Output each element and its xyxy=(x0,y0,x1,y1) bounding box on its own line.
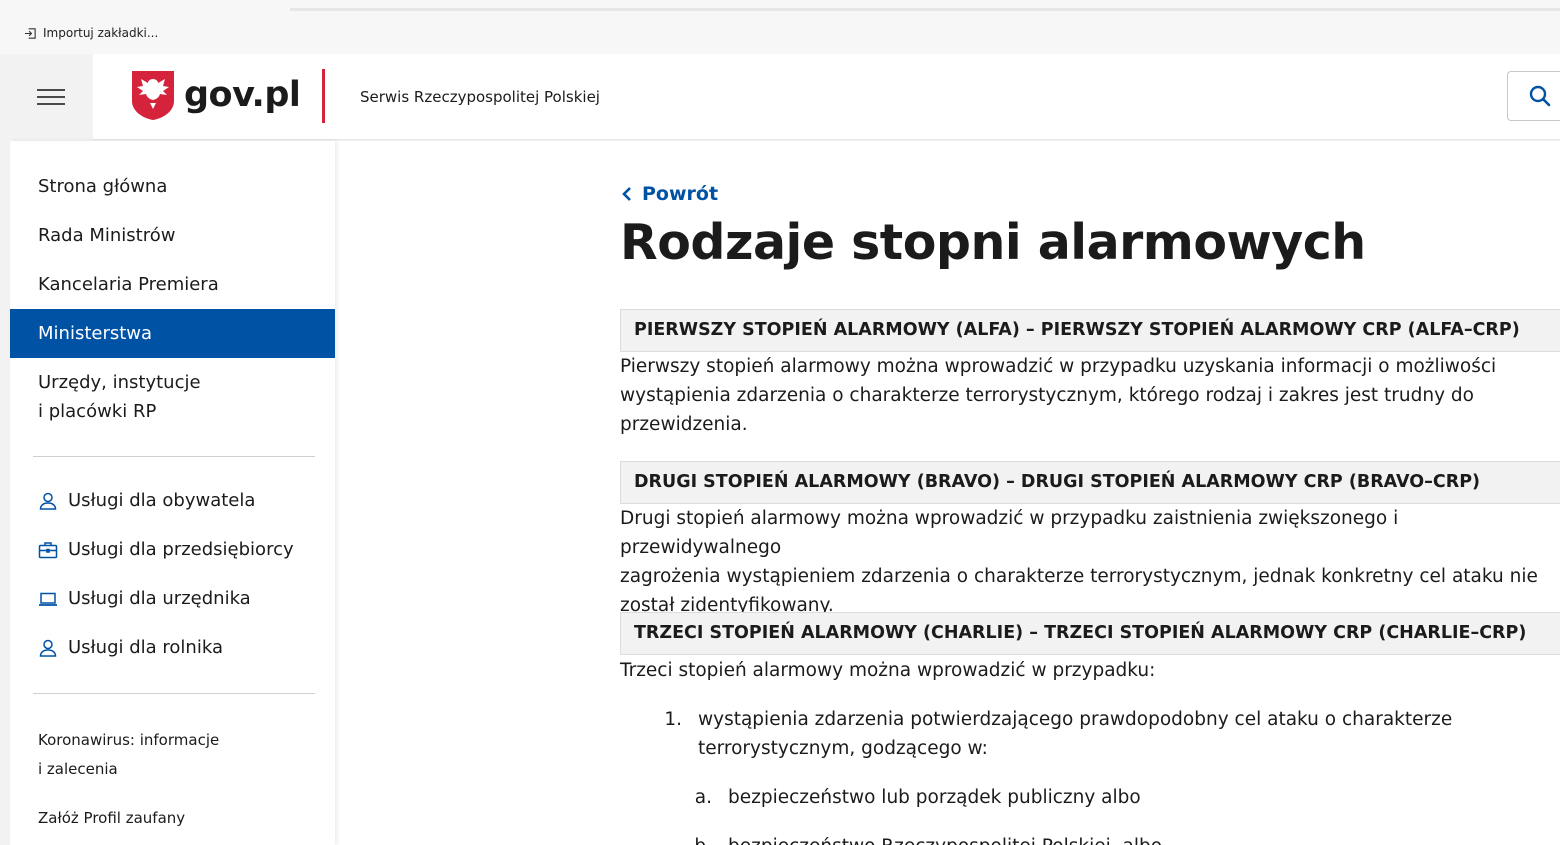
sublist-text: bezpieczeństwo lub porządek publiczny al… xyxy=(728,787,1141,808)
back-link-label: Powrót xyxy=(642,183,719,205)
sublist-text: bezpieczeństwo Rzeczypospolitej Polskiej… xyxy=(728,832,1162,845)
sidebar-item-label: i placówki RP xyxy=(38,401,157,422)
list-number: 1. xyxy=(664,709,682,730)
text-line: Pierwszy stopień alarmowy można wprowadz… xyxy=(620,356,1497,377)
import-bookmarks-link[interactable]: Importuj zakładki... xyxy=(24,26,158,40)
sidebar-item-home[interactable]: Strona główna xyxy=(10,172,335,201)
sidebar-item-offices[interactable]: Urzędy, instytucje i placówki RP xyxy=(10,368,335,426)
import-bookmarks-label: Importuj zakładki... xyxy=(43,26,159,40)
sidebar-item-chancellery[interactable]: Kancelaria Premiera xyxy=(10,270,335,299)
site-tagline: Serwis Rzeczypospolitej Polskiej xyxy=(360,88,600,106)
sidebar-link-label: Koronawirus: informacje xyxy=(38,731,220,749)
text-line: wystąpienia zdarzenia o charakterze terr… xyxy=(620,385,1474,406)
text-line: Drugi stopień alarmowy można wprowadzić … xyxy=(620,508,1399,558)
logo-divider xyxy=(322,69,325,123)
sidebar-link-label: i zalecenia xyxy=(38,760,118,778)
sidebar-item-citizen-services[interactable]: Usługi dla obywatela xyxy=(38,490,255,511)
menu-panel xyxy=(10,54,93,140)
bookmarks-bar: Importuj zakładki... xyxy=(0,0,1560,54)
sidebar-link-trusted-profile[interactable]: Załóż Profil zaufany xyxy=(38,804,185,833)
text-line: przewidzenia. xyxy=(620,414,748,435)
sidebar-item-official-services[interactable]: Usługi dla urzędnika xyxy=(38,588,251,609)
sidebar-item-label: Usługi dla obywatela xyxy=(68,490,256,511)
sidebar-item-council-of-ministers[interactable]: Rada Ministrów xyxy=(10,221,335,250)
sidebar-item-ministries[interactable]: Ministerstwa xyxy=(10,309,335,358)
chevron-left-icon xyxy=(622,187,631,201)
text-line: zagrożenia wystąpieniem zdarzenia o char… xyxy=(620,566,1538,587)
text-line: Trzeci stopień alarmowy można wprowadzić… xyxy=(620,660,1156,681)
text-line: wystąpienia zdarzenia potwierdzającego p… xyxy=(698,709,1453,730)
search-icon xyxy=(1529,85,1551,107)
section-body-charlie: Trzeci stopień alarmowy można wprowadzić… xyxy=(620,656,1555,685)
sidebar-item-farmer-services[interactable]: Usługi dla rolnika xyxy=(38,637,223,658)
site-header: gov.pl Serwis Rzeczypospolitej Polskiej xyxy=(10,54,1560,140)
eagle-emblem-icon xyxy=(132,71,174,120)
laptop-icon xyxy=(39,592,57,606)
section-body-bravo: Drugi stopień alarmowy można wprowadzić … xyxy=(620,504,1555,620)
sidebar-nav: Strona główna Rada Ministrów Kancelaria … xyxy=(10,141,335,845)
logo-text: gov.pl xyxy=(184,75,301,115)
section-heading-bravo: DRUGI STOPIEŃ ALARMOWY (BRAVO) – DRUGI S… xyxy=(620,461,1560,504)
section-heading-alfa: PIERWSZY STOPIEŃ ALARMOWY (ALFA) – PIERW… xyxy=(620,309,1560,352)
import-icon xyxy=(24,27,36,39)
sidebar-divider xyxy=(33,693,315,694)
section-body-alfa: Pierwszy stopień alarmowy można wprowadz… xyxy=(620,352,1555,439)
hamburger-menu-icon[interactable] xyxy=(37,89,65,107)
page-title: Rodzaje stopni alarmowych xyxy=(620,214,1366,271)
section-heading-charlie: TRZECI STOPIEŃ ALARMOWY (CHARLIE) – TRZE… xyxy=(620,612,1560,655)
briefcase-icon xyxy=(38,541,58,558)
gov-logo[interactable]: gov.pl xyxy=(130,69,301,121)
sublist-item: b. bezpieczeństwo Rzeczypospolitej Polsk… xyxy=(682,832,1532,845)
sublist-letter: a. xyxy=(694,787,712,808)
person-icon xyxy=(39,639,57,657)
sublist-letter: b. xyxy=(682,832,712,845)
sidebar-item-business-services[interactable]: Usługi dla przedsiębiorcy xyxy=(38,539,294,560)
back-link[interactable]: Powrót xyxy=(622,183,718,205)
sidebar-item-label: Usługi dla urzędnika xyxy=(68,588,251,609)
sidebar-item-label: Usługi dla rolnika xyxy=(68,637,223,658)
sidebar-item-label: Urzędy, instytucje xyxy=(38,372,201,393)
search-button[interactable] xyxy=(1507,71,1560,121)
sidebar-link-coronavirus[interactable]: Koronawirus: informacje i zalecenia xyxy=(38,726,219,784)
sidebar-divider xyxy=(33,456,315,457)
text-line: terrorystycznym, godzącego w: xyxy=(698,738,988,759)
sidebar-item-label: Usługi dla przedsiębiorcy xyxy=(68,539,294,560)
tab-strip xyxy=(290,8,1560,11)
person-icon xyxy=(39,492,57,510)
